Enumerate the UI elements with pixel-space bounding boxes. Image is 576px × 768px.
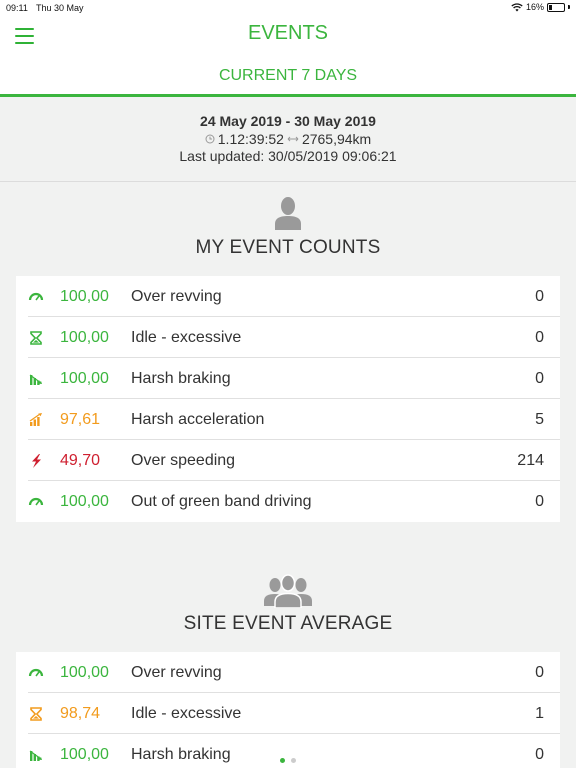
clock-icon [205, 134, 215, 144]
event-label: Harsh acceleration [131, 411, 265, 428]
event-label: Over speeding [131, 452, 236, 469]
battery-tip [568, 5, 570, 9]
gauge-icon [28, 289, 44, 305]
gauge-icon [28, 494, 44, 510]
event-row-out-of-green-band-driving[interactable]: 100,00 Out of green band driving 0 [28, 481, 560, 522]
status-bar: 09:11 Thu 30 May 16% [0, 0, 576, 16]
trip-metrics: 1.12:39:52 2765,94km [0, 131, 576, 147]
event-count: 5 [535, 411, 544, 428]
event-score: 100,00 [60, 664, 109, 681]
status-date: Thu 30 May [36, 3, 84, 13]
lightning-icon [28, 453, 44, 469]
status-time: 09:11 [6, 3, 28, 13]
braking-icon [28, 371, 44, 387]
page-indicator [0, 758, 576, 763]
battery-icon [547, 2, 565, 12]
event-label: Over revving [131, 664, 222, 681]
event-score: 97,61 [60, 411, 101, 428]
battery-percent: 16% [525, 2, 544, 12]
hourglass-icon [28, 706, 44, 722]
event-count: 1 [535, 705, 544, 722]
event-score: 100,00 [60, 288, 109, 305]
event-label: Over revving [131, 288, 222, 305]
event-count: 0 [535, 664, 544, 681]
site-average-card: 100,00 Over revving 0 98,74 Idle - excessive… [16, 652, 560, 768]
nav-bar: EVENTS [0, 16, 576, 56]
status-right: 16% [511, 2, 570, 12]
gauge-icon [28, 665, 44, 681]
site-average-header: SITE EVENT AVERAGE [0, 574, 576, 635]
event-label: Idle - excessive [131, 705, 242, 722]
event-count: 0 [535, 329, 544, 346]
event-count: 0 [535, 288, 544, 305]
page-title: EVENTS [247, 22, 329, 44]
event-row-over-revving[interactable]: 100,00 Over revving 0 [28, 652, 560, 693]
event-row-idle-excessive[interactable]: 98,74 Idle - excessive 1 [28, 693, 560, 734]
period-tab[interactable]: CURRENT 7 DAYS [0, 56, 576, 97]
period-summary: 24 May 2019 - 30 May 2019 1.12:39:52 276… [0, 98, 576, 182]
event-score: 49,70 [60, 452, 101, 469]
date-range: 24 May 2019 - 30 May 2019 [200, 113, 376, 129]
event-row-over-revving[interactable]: 100,00 Over revving 0 [28, 276, 560, 317]
my-events-title: MY EVENT COUNTS [195, 237, 381, 258]
event-label: Idle - excessive [131, 329, 242, 346]
duration-value: 1.12:39:52 [217, 131, 284, 147]
event-label: Out of green band driving [131, 493, 312, 510]
event-count: 0 [535, 493, 544, 510]
event-row-idle-excessive[interactable]: 100,00 Idle - excessive 0 [28, 317, 560, 358]
my-events-card: 100,00 Over revving 0 100,00 Idle - excessiv… [16, 276, 560, 522]
site-average-title: SITE EVENT AVERAGE [183, 613, 393, 634]
event-label: Harsh braking [131, 370, 231, 387]
event-score: 100,00 [60, 370, 109, 387]
page-dot-1[interactable] [280, 758, 285, 763]
event-count: 214 [517, 452, 544, 469]
event-row-over-speeding[interactable]: 49,70 Over speeding 214 [28, 440, 560, 481]
person-icon [275, 197, 301, 230]
event-score: 100,00 [60, 329, 109, 346]
distance-icon [287, 136, 299, 142]
distance-value: 2765,94km [301, 131, 372, 147]
event-score: 98,74 [60, 705, 101, 722]
my-events-header: MY EVENT COUNTS [0, 196, 576, 259]
event-count: 0 [535, 370, 544, 387]
event-score: 100,00 [60, 493, 109, 510]
hourglass-icon [28, 330, 44, 346]
last-updated: Last updated: 30/05/2019 09:06:21 [179, 148, 397, 164]
event-row-harsh-acceleration[interactable]: 97,61 Harsh acceleration 5 [28, 399, 560, 440]
page-dot-2[interactable] [291, 758, 296, 763]
acceleration-icon [28, 412, 44, 428]
group-icon [264, 574, 312, 608]
event-row-harsh-braking[interactable]: 100,00 Harsh braking 0 [28, 358, 560, 399]
wifi-icon [511, 2, 523, 11]
